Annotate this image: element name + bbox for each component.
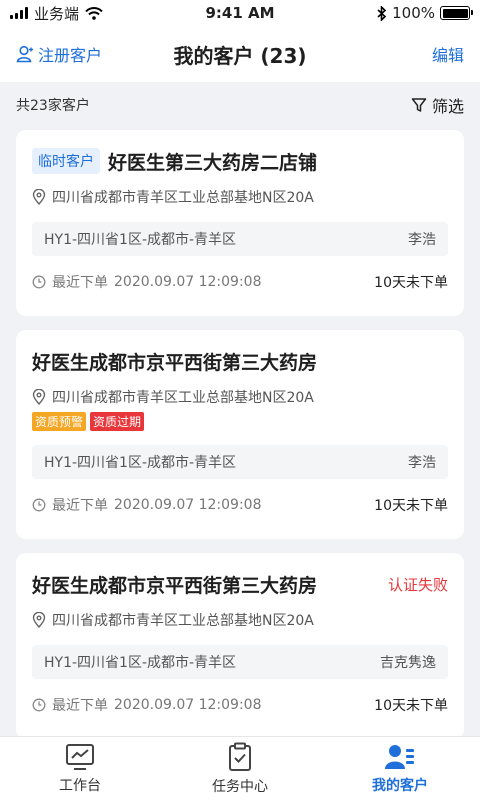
battery-level: [442, 8, 468, 18]
filter-label: 筛选: [431, 97, 464, 116]
status-right: 100%: [377, 4, 473, 22]
verification-status: 认证失败: [387, 575, 448, 594]
customer-address: 四川省成都市青羊区工业总部基地N区20A: [52, 190, 314, 206]
qualification-warning-badge: 资质预警: [32, 412, 87, 431]
location-pin-icon: [32, 612, 46, 628]
customer-card[interactable]: 好医生成都市京平西街第三大药房 四川省成都市青羊区工业总部基地N区20A 资质预…: [16, 330, 464, 539]
location-pin-icon: [32, 389, 46, 405]
filter-button[interactable]: 筛选: [411, 93, 464, 117]
region-row: HY1-四川省1区-成都市-青羊区 李浩: [32, 445, 448, 479]
last-order-time: 2020.09.07 12:09:08: [114, 497, 262, 513]
last-order-row: 最近下单 2020.09.07 12:09:08 10天未下单: [32, 481, 448, 529]
card-header: 临时客户 好医生第三大药房二店铺: [32, 144, 448, 178]
card-header: 好医生成都市京平西街第三大药房: [32, 344, 448, 378]
customer-name: 好医生成都市京平西街第三大药房: [32, 351, 318, 374]
temporary-customer-tag: 临时客户: [32, 148, 100, 174]
battery-icon: [440, 6, 473, 20]
qualification-badges: 资质预警 资质过期: [32, 412, 448, 431]
tab-label: 工作台: [59, 777, 101, 794]
last-order-label: 最近下单: [52, 275, 108, 291]
order-status: 10天未下单: [374, 498, 448, 514]
sales-rep: 李浩: [408, 455, 436, 471]
register-customer-button[interactable]: 注册客户: [16, 42, 102, 66]
edit-button[interactable]: 编辑: [432, 42, 464, 66]
wifi-icon: [85, 6, 103, 20]
card-header: 好医生成都市京平西街第三大药房 认证失败: [32, 567, 448, 601]
filter-icon: [411, 98, 427, 112]
customer-name: 好医生成都市京平西街第三大药房: [32, 574, 318, 597]
status-bar: 业务端 9:41 AM 100%: [0, 0, 480, 26]
region-row: HY1-四川省1区-成都市-青羊区 吉克隽逸: [32, 645, 448, 679]
tab-bar: 工作台 任务中心 我的客户: [0, 736, 480, 800]
last-order-time: 2020.09.07 12:09:08: [114, 697, 262, 713]
customer-address: 四川省成都市青羊区工业总部基地N区20A: [52, 390, 314, 406]
sales-region: HY1-四川省1区-成都市-青羊区: [44, 655, 237, 671]
sales-rep: 李浩: [408, 232, 436, 248]
sales-rep: 吉克隽逸: [380, 655, 436, 671]
tab-label: 我的客户: [372, 777, 428, 794]
region-row: HY1-四川省1区-成都市-青羊区 李浩: [32, 222, 448, 256]
tab-label: 任务中心: [212, 778, 268, 795]
last-order-label: 最近下单: [52, 498, 108, 514]
customer-address: 四川省成都市青羊区工业总部基地N区20A: [52, 613, 314, 629]
clock-icon: [32, 498, 46, 512]
sales-region: HY1-四川省1区-成都市-青羊区: [44, 455, 237, 471]
clock-icon: [32, 698, 46, 712]
order-status: 10天未下单: [374, 275, 448, 291]
last-order-row: 最近下单 2020.09.07 12:09:08 10天未下单: [32, 258, 448, 306]
tab-task-center[interactable]: 任务中心: [160, 737, 320, 800]
address-row: 四川省成都市青羊区工业总部基地N区20A: [32, 386, 448, 408]
last-order-label: 最近下单: [52, 698, 108, 714]
qualification-expired-badge: 资质过期: [90, 412, 145, 431]
last-order-row: 最近下单 2020.09.07 12:09:08 10天未下单: [32, 681, 448, 729]
clock-icon: [32, 275, 46, 289]
clipboard-icon: [229, 742, 251, 771]
nav-bar: 注册客户 我的客户 (23) 编辑: [0, 26, 480, 82]
tab-my-customers[interactable]: 我的客户: [320, 737, 480, 800]
address-row: 四川省成都市青羊区工业总部基地N区20A: [32, 186, 448, 208]
bluetooth-icon: [377, 5, 387, 21]
carrier-name: 业务端: [34, 4, 80, 23]
order-status: 10天未下单: [374, 698, 448, 714]
dashboard-icon: [66, 743, 94, 770]
sales-region: HY1-四川省1区-成都市-青羊区: [44, 232, 237, 248]
tab-workbench[interactable]: 工作台: [0, 737, 160, 800]
customer-card[interactable]: 临时客户 好医生第三大药房二店铺 四川省成都市青羊区工业总部基地N区20A HY…: [16, 130, 464, 316]
add-user-icon: [16, 45, 33, 63]
last-order-time: 2020.09.07 12:09:08: [114, 274, 262, 290]
customer-name: 好医生第三大药房二店铺: [108, 151, 318, 174]
status-left: 业务端: [10, 3, 377, 24]
signal-icon: [10, 7, 28, 19]
customer-list: 临时客户 好医生第三大药房二店铺 四川省成都市青羊区工业总部基地N区20A HY…: [16, 130, 464, 736]
customer-card[interactable]: 好医生成都市京平西街第三大药房 认证失败 四川省成都市青羊区工业总部基地N区20…: [16, 553, 464, 736]
customer-count: 共23家客户: [16, 98, 90, 114]
register-customer-label: 注册客户: [38, 46, 103, 65]
customers-icon: [385, 744, 414, 769]
battery-percent: 100%: [392, 4, 435, 22]
location-pin-icon: [32, 189, 46, 205]
summary-bar: 共23家客户 筛选: [0, 82, 480, 128]
address-row: 四川省成都市青羊区工业总部基地N区20A: [32, 609, 448, 631]
